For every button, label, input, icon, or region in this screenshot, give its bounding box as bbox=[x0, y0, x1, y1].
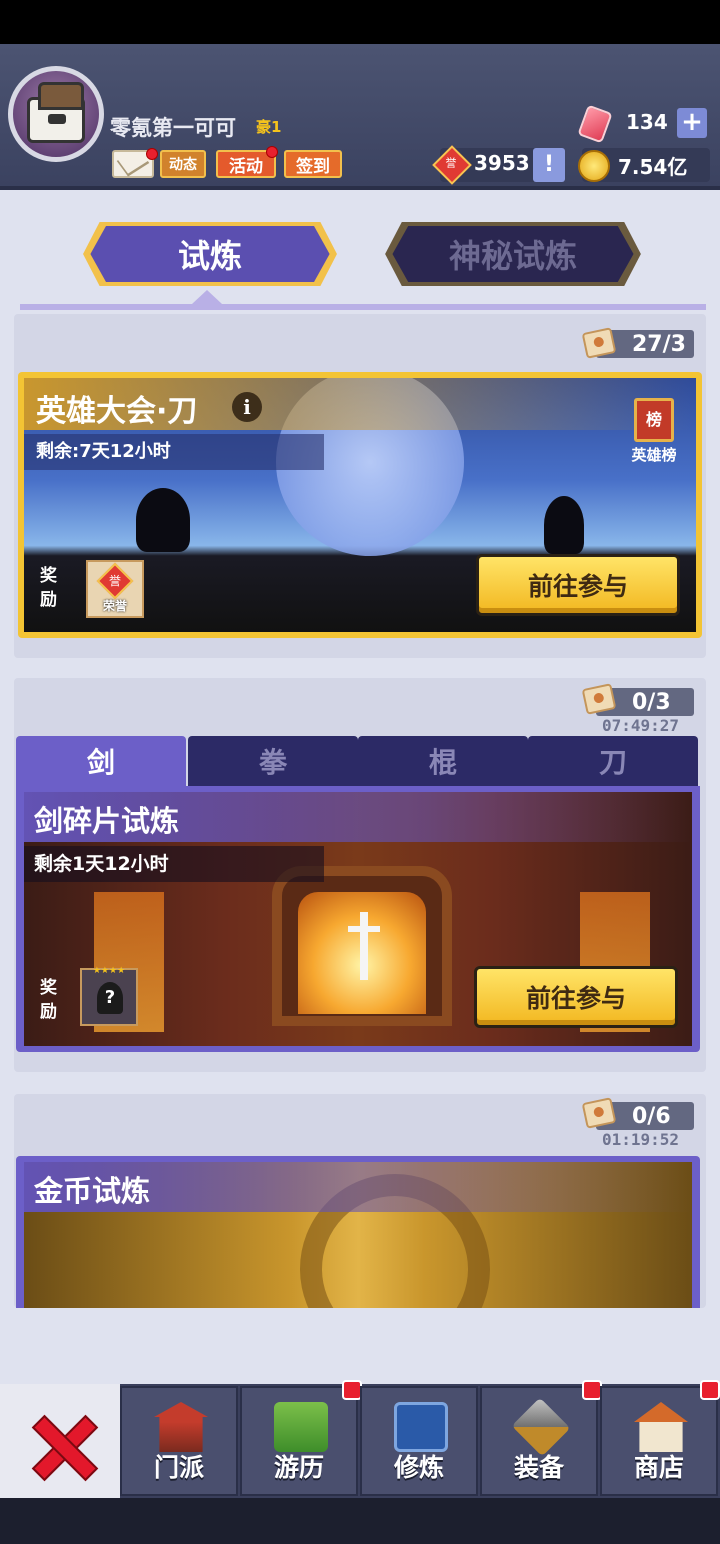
nav-sect-label: 门派 bbox=[153, 1453, 204, 1482]
status-bar bbox=[0, 0, 720, 44]
tab-fist[interactable]: 拳 bbox=[188, 736, 358, 786]
gold-refresh-timer: 01:19:52 bbox=[602, 1130, 680, 1149]
gold-trial-artwork: 金币试炼 bbox=[24, 1162, 692, 1308]
hero-go-button[interactable]: 前往参与 bbox=[476, 554, 680, 616]
honor-count: 3953 bbox=[474, 151, 530, 175]
player-name: 零氪第一可可 bbox=[110, 116, 236, 140]
honor-icon-text: 誉 bbox=[445, 156, 457, 170]
sword-reward-label: 奖励 bbox=[40, 978, 57, 1022]
avatar[interactable] bbox=[8, 66, 104, 162]
tab-trial-label: 试炼 bbox=[177, 237, 242, 275]
tab-sword-label: 剑 bbox=[86, 746, 115, 779]
honor-reward-name: 荣誉 bbox=[102, 599, 127, 613]
weapon-refresh-timer: 07:49:27 bbox=[602, 716, 680, 735]
activity-notification-dot bbox=[266, 146, 278, 158]
coin-icon bbox=[578, 150, 610, 182]
hero-remaining-time: 剩余:7天12小时 bbox=[24, 434, 324, 470]
nav-travel[interactable]: 游历 bbox=[240, 1386, 358, 1496]
sword-go-button[interactable]: 前往参与 bbox=[474, 966, 678, 1028]
tab-fist-label: 拳 bbox=[258, 746, 287, 779]
shop-icon bbox=[634, 1402, 688, 1452]
signin-button[interactable]: 签到 bbox=[284, 150, 342, 178]
signin-label: 签到 bbox=[296, 156, 330, 177]
honor-info-button[interactable]: ! bbox=[533, 148, 565, 182]
tab-underline bbox=[20, 304, 706, 310]
navigation-bar bbox=[0, 1498, 720, 1544]
hero-reward-label: 奖励 bbox=[40, 566, 57, 610]
unknown-fragment-icon: ? bbox=[97, 982, 123, 1014]
nav-travel-label: 游历 bbox=[273, 1453, 324, 1482]
tab-trial[interactable]: 试炼 bbox=[83, 222, 337, 286]
gold-trial-card[interactable]: 金币试炼 bbox=[16, 1156, 700, 1308]
honor-reward-item[interactable]: 誉 荣誉 bbox=[86, 560, 144, 618]
mail-notification-dot bbox=[146, 148, 158, 160]
tab-blade-label: 刀 bbox=[598, 746, 627, 779]
close-icon[interactable] bbox=[32, 1416, 90, 1474]
nav-equipment[interactable]: 装备 bbox=[480, 1386, 598, 1496]
hero-ranking-button[interactable]: 榜 英雄榜 bbox=[624, 398, 684, 465]
travel-notification-dot bbox=[342, 1380, 362, 1400]
add-gems-button[interactable]: + bbox=[677, 108, 707, 138]
hero-attempts: 27/3 bbox=[632, 331, 686, 357]
equipment-notification-dot bbox=[582, 1380, 602, 1400]
nav-sect[interactable]: 门派 bbox=[120, 1386, 238, 1496]
nav-equipment-label: 装备 bbox=[513, 1453, 564, 1482]
gold-attempts: 0/6 bbox=[632, 1103, 671, 1129]
treasure-chest-icon bbox=[27, 82, 85, 143]
fighter-silhouette bbox=[544, 496, 584, 554]
tab-mystery-label: 神秘试炼 bbox=[448, 237, 577, 275]
sect-gate-icon bbox=[154, 1402, 208, 1452]
tab-staff-label: 棍 bbox=[428, 746, 457, 779]
tab-blade[interactable]: 刀 bbox=[528, 736, 698, 786]
news-label: 动态 bbox=[169, 157, 197, 173]
ranking-label: 英雄榜 bbox=[631, 446, 677, 464]
sword-icon bbox=[348, 912, 380, 980]
sword-fragment-reward-item[interactable]: ★★★★ ? bbox=[80, 966, 138, 1026]
gold-trial-title: 金币试炼 bbox=[34, 1174, 151, 1208]
gem-count: 134 bbox=[626, 110, 668, 134]
honor-badge-text: 誉 bbox=[109, 574, 122, 588]
hero-event-title: 英雄大会·刀 bbox=[36, 394, 198, 429]
vip-badge: 豪1 bbox=[256, 118, 282, 136]
active-tab-pointer bbox=[192, 290, 222, 304]
nav-cultivate-label: 修炼 bbox=[393, 1453, 444, 1482]
content-area-bottom bbox=[0, 1308, 720, 1388]
mountain-icon bbox=[274, 1402, 328, 1452]
gold-count: 7.54亿 bbox=[618, 155, 688, 179]
shop-notification-dot bbox=[700, 1380, 720, 1400]
info-icon[interactable]: i bbox=[232, 392, 262, 422]
sword-trial-title: 剑碎片试炼 bbox=[34, 804, 180, 838]
sword-remaining-time: 剩余1天12小时 bbox=[24, 846, 324, 882]
tab-sword[interactable]: 剑 bbox=[16, 736, 186, 786]
activity-label: 活动 bbox=[229, 156, 263, 177]
secret-book-icon bbox=[394, 1402, 448, 1452]
star-rating: ★★★★ bbox=[92, 966, 126, 976]
tab-staff[interactable]: 棍 bbox=[358, 736, 528, 786]
nav-shop[interactable]: 商店 bbox=[600, 1386, 718, 1496]
nav-shop-label: 商店 bbox=[633, 1453, 684, 1482]
fighter-silhouette bbox=[136, 488, 190, 552]
news-button[interactable]: 动态 bbox=[160, 150, 206, 178]
tab-mystery-trial[interactable]: 神秘试炼 bbox=[385, 222, 641, 286]
weapon-attempts: 0/3 bbox=[632, 689, 671, 715]
nav-cultivate[interactable]: 修炼 bbox=[360, 1386, 478, 1496]
ranking-banner-icon: 榜 bbox=[634, 398, 674, 442]
